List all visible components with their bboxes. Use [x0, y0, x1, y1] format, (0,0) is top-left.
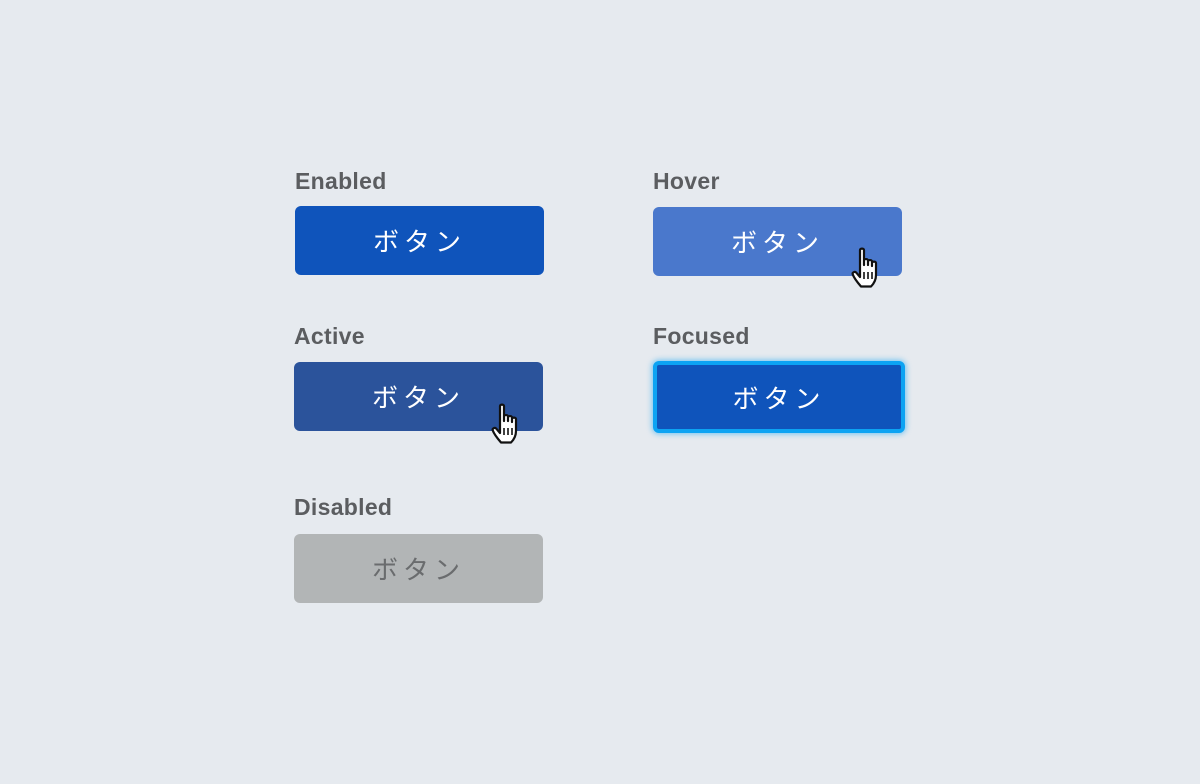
enabled-button[interactable]: ボタン — [295, 206, 544, 275]
focused-button[interactable]: ボタン — [653, 361, 905, 433]
focused-label: Focused — [653, 323, 750, 349]
hand-pointer-icon — [851, 247, 878, 288]
active-label: Active — [294, 323, 365, 349]
enabled-label: Enabled — [295, 168, 387, 194]
hover-label: Hover — [653, 168, 720, 194]
disabled-button: ボタン — [294, 534, 543, 603]
disabled-label: Disabled — [294, 494, 393, 520]
hand-pointer-icon — [491, 403, 518, 444]
